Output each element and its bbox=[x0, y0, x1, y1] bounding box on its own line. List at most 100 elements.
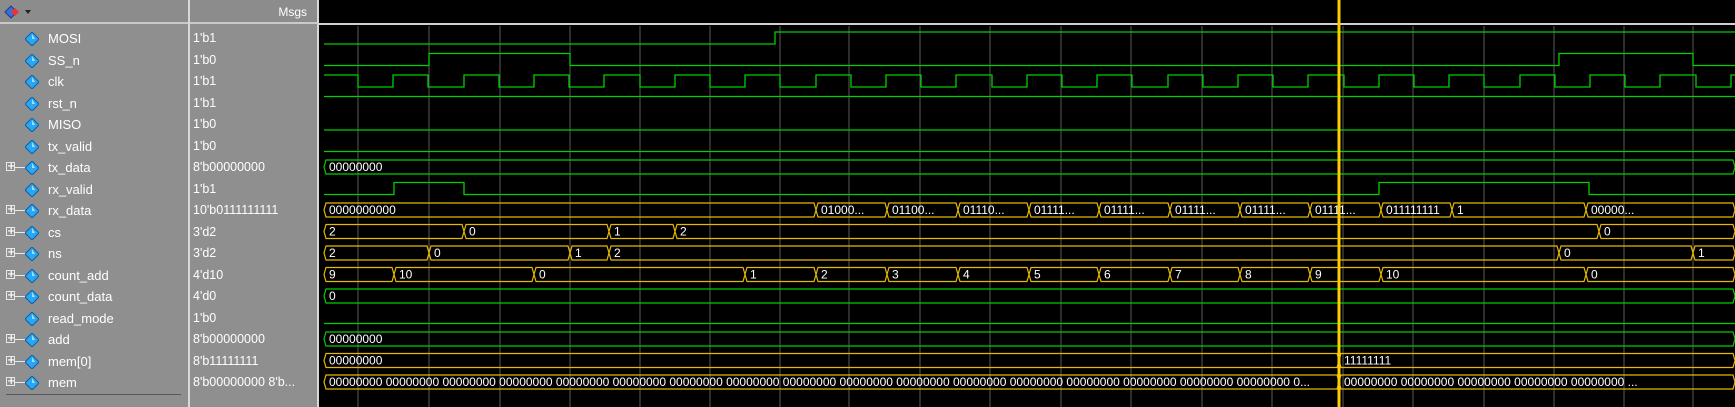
values-header: Msgs bbox=[190, 0, 317, 24]
signal-row[interactable]: tx_valid 1'b0 bbox=[0, 136, 317, 157]
signal-waveform bbox=[324, 74, 1735, 88]
signal-diamond-icon bbox=[25, 118, 39, 132]
bus-value-label: 2 bbox=[821, 268, 828, 282]
signal-diamond-icon bbox=[25, 161, 39, 175]
signal-value: 1'b0 bbox=[193, 52, 217, 67]
signal-diamond-icon bbox=[25, 32, 39, 46]
signal-row[interactable]: + add 8'b00000000 bbox=[0, 329, 317, 350]
expand-icon[interactable]: + bbox=[6, 291, 15, 301]
names-header bbox=[0, 0, 188, 24]
bus-segment bbox=[1451, 202, 1587, 218]
bus-value-label: 2 bbox=[329, 246, 336, 260]
wave-toolbar-icon[interactable] bbox=[3, 4, 33, 20]
signal-row[interactable]: + cs 3'd2 bbox=[0, 222, 317, 243]
signal-row[interactable]: + ns 3'd2 bbox=[0, 243, 317, 264]
tree-connector bbox=[15, 167, 25, 168]
signal-name: rx_valid bbox=[48, 181, 93, 197]
bus-value-label: 0 bbox=[469, 225, 476, 239]
signal-value: 10'b0111111111 bbox=[193, 203, 279, 217]
signal-row[interactable]: clk 1'b1 bbox=[0, 71, 317, 92]
expand-icon[interactable]: + bbox=[6, 226, 15, 236]
signal-waveform bbox=[324, 31, 1735, 45]
bus-value-label: 0 bbox=[329, 289, 336, 303]
bus-segment bbox=[323, 288, 1735, 304]
signal-name: count_data bbox=[48, 289, 113, 304]
signal-name: tx_data bbox=[48, 160, 91, 175]
bus-segment bbox=[608, 245, 1560, 261]
bus-value-label: 01111... bbox=[1034, 203, 1075, 217]
bus-segment bbox=[323, 223, 465, 240]
bus-value-label: 0 bbox=[539, 268, 546, 282]
bus-value-label: 0000000000 bbox=[329, 203, 396, 217]
signal-name: ns bbox=[48, 246, 62, 261]
bus-segment bbox=[674, 223, 1600, 240]
bus-value-label: 1 bbox=[750, 268, 757, 282]
bus-value-label: 5 bbox=[1034, 268, 1041, 282]
signal-name: add bbox=[48, 332, 70, 347]
expand-icon[interactable]: + bbox=[6, 162, 15, 172]
signal-name: rx_data bbox=[48, 203, 92, 218]
bus-value-label: 9 bbox=[1315, 268, 1322, 282]
signal-value: 1'b1 bbox=[193, 74, 217, 88]
bus-value-label: 9 bbox=[329, 268, 336, 282]
tree-connector bbox=[15, 210, 25, 211]
expand-icon[interactable]: + bbox=[6, 355, 15, 365]
signal-name: rst_n bbox=[48, 95, 77, 111]
bus-value-label: 01111... bbox=[1175, 203, 1216, 217]
tree-connector bbox=[15, 274, 25, 276]
bus-segment bbox=[393, 266, 535, 283]
signal-row[interactable]: MOSI 1'b1 bbox=[0, 28, 317, 49]
bus-value-label: 00000000 bbox=[329, 332, 383, 346]
bus-value-label: 4 bbox=[963, 268, 970, 282]
msgs-label: Msgs bbox=[278, 5, 307, 19]
bus-segment bbox=[1338, 352, 1735, 369]
expand-icon[interactable]: + bbox=[6, 269, 15, 279]
list-end-divider bbox=[6, 394, 181, 395]
signal-row[interactable]: rst_n 1'b1 bbox=[0, 93, 317, 114]
signal-diamond-icon bbox=[25, 247, 39, 261]
expand-icon[interactable]: + bbox=[6, 205, 15, 215]
signal-row[interactable]: + rx_data 10'b0111111111 bbox=[0, 200, 317, 221]
signal-waveform bbox=[324, 181, 1735, 196]
signal-diamond-icon bbox=[25, 75, 39, 89]
bus-value-label: 1 bbox=[1698, 246, 1705, 260]
signal-row[interactable]: SS_n 1'b0 bbox=[0, 50, 317, 71]
signal-row[interactable]: rx_valid 1'b1 bbox=[0, 179, 317, 200]
signal-name: tx_valid bbox=[48, 138, 93, 154]
waveform-area[interactable]: 00000000 0000000000 01000... 01100... 01110.… bbox=[319, 0, 1735, 407]
expand-icon[interactable]: + bbox=[6, 248, 15, 258]
tree-connector bbox=[15, 253, 25, 254]
bus-value-label: 01111... bbox=[1104, 203, 1145, 217]
tree-connector bbox=[15, 339, 25, 340]
signal-row[interactable]: MISO 1'b0 bbox=[0, 114, 317, 135]
bus-segment bbox=[323, 331, 1735, 347]
bus-segment bbox=[323, 245, 430, 261]
expand-icon[interactable]: + bbox=[6, 334, 15, 344]
signal-value: 1'b0 bbox=[193, 138, 217, 153]
waveform-canvas[interactable]: 000000000000000000 01000... 01100... 01110.… bbox=[319, 0, 1735, 407]
bus-value-label: 01000... bbox=[821, 203, 864, 217]
bus-value-label: 01100... bbox=[892, 203, 934, 217]
signal-value: 8'b00000000 bbox=[193, 332, 265, 346]
signal-name: cs bbox=[48, 224, 61, 240]
signal-row[interactable]: read_mode 1'b0 bbox=[0, 308, 317, 329]
tree-connector bbox=[15, 360, 25, 362]
signal-diamond-icon bbox=[25, 139, 39, 154]
tree-connector bbox=[15, 382, 25, 383]
signal-row[interactable]: + mem 8'b00000000 8'b... bbox=[0, 372, 317, 393]
signal-diamond-icon bbox=[25, 376, 39, 390]
signal-row[interactable]: + count_data 4'd0 bbox=[0, 286, 317, 307]
signal-diamond-icon bbox=[25, 53, 39, 68]
signal-row[interactable]: + mem[0] 8'b11111111 bbox=[0, 351, 317, 372]
bus-value-label: 00000000 bbox=[329, 354, 383, 368]
signal-row[interactable]: + tx_data 8'b00000000 bbox=[0, 157, 317, 178]
signal-value: 8'b11111111 bbox=[193, 353, 259, 368]
signal-row[interactable]: + count_add 4'd10 bbox=[0, 265, 317, 286]
signal-value: 3'd2 bbox=[193, 224, 217, 239]
bus-value-label: 00000... bbox=[1591, 203, 1634, 217]
expand-icon[interactable]: + bbox=[6, 377, 15, 387]
wave-window: Msgs MOSI 1'b1 SS_n 1'b0 clk 1'b1 rst_n 1'b1 MIS… bbox=[0, 0, 1735, 407]
tree-connector bbox=[15, 296, 25, 297]
bus-value-label: 011111111 bbox=[1386, 203, 1440, 217]
signal-name: SS_n bbox=[48, 52, 80, 68]
